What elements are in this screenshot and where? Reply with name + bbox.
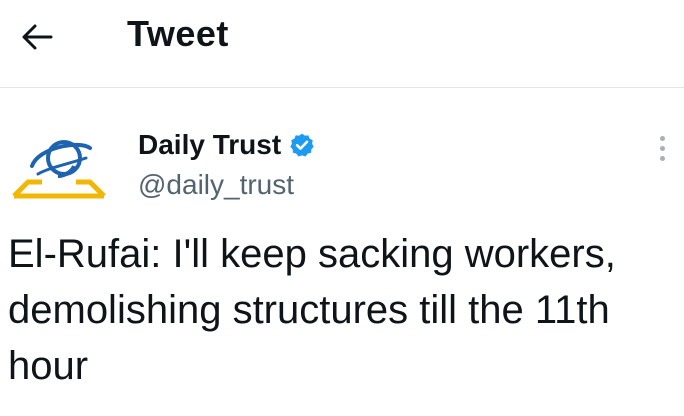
arrow-left-icon <box>22 24 53 50</box>
name-row: Daily Trust <box>138 128 315 162</box>
tweet-author: Daily Trust @daily_trust <box>0 110 684 214</box>
avatar[interactable] <box>8 118 110 214</box>
more-vertical-icon <box>659 145 665 151</box>
page-title: Tweet <box>127 13 229 54</box>
tweet-text: El-Rufai: I'll keep sacking workers, dem… <box>8 232 627 388</box>
more-vertical-icon <box>659 135 665 141</box>
top-bar: Tweet <box>0 0 684 88</box>
daily-trust-logo-icon <box>12 140 106 199</box>
back-button[interactable] <box>14 14 60 60</box>
more-vertical-icon <box>659 155 665 161</box>
verified-badge-icon <box>289 132 315 158</box>
author-handle[interactable]: @daily_trust <box>138 168 294 202</box>
author-display-name[interactable]: Daily Trust <box>138 128 281 162</box>
more-options-button[interactable] <box>648 128 676 168</box>
